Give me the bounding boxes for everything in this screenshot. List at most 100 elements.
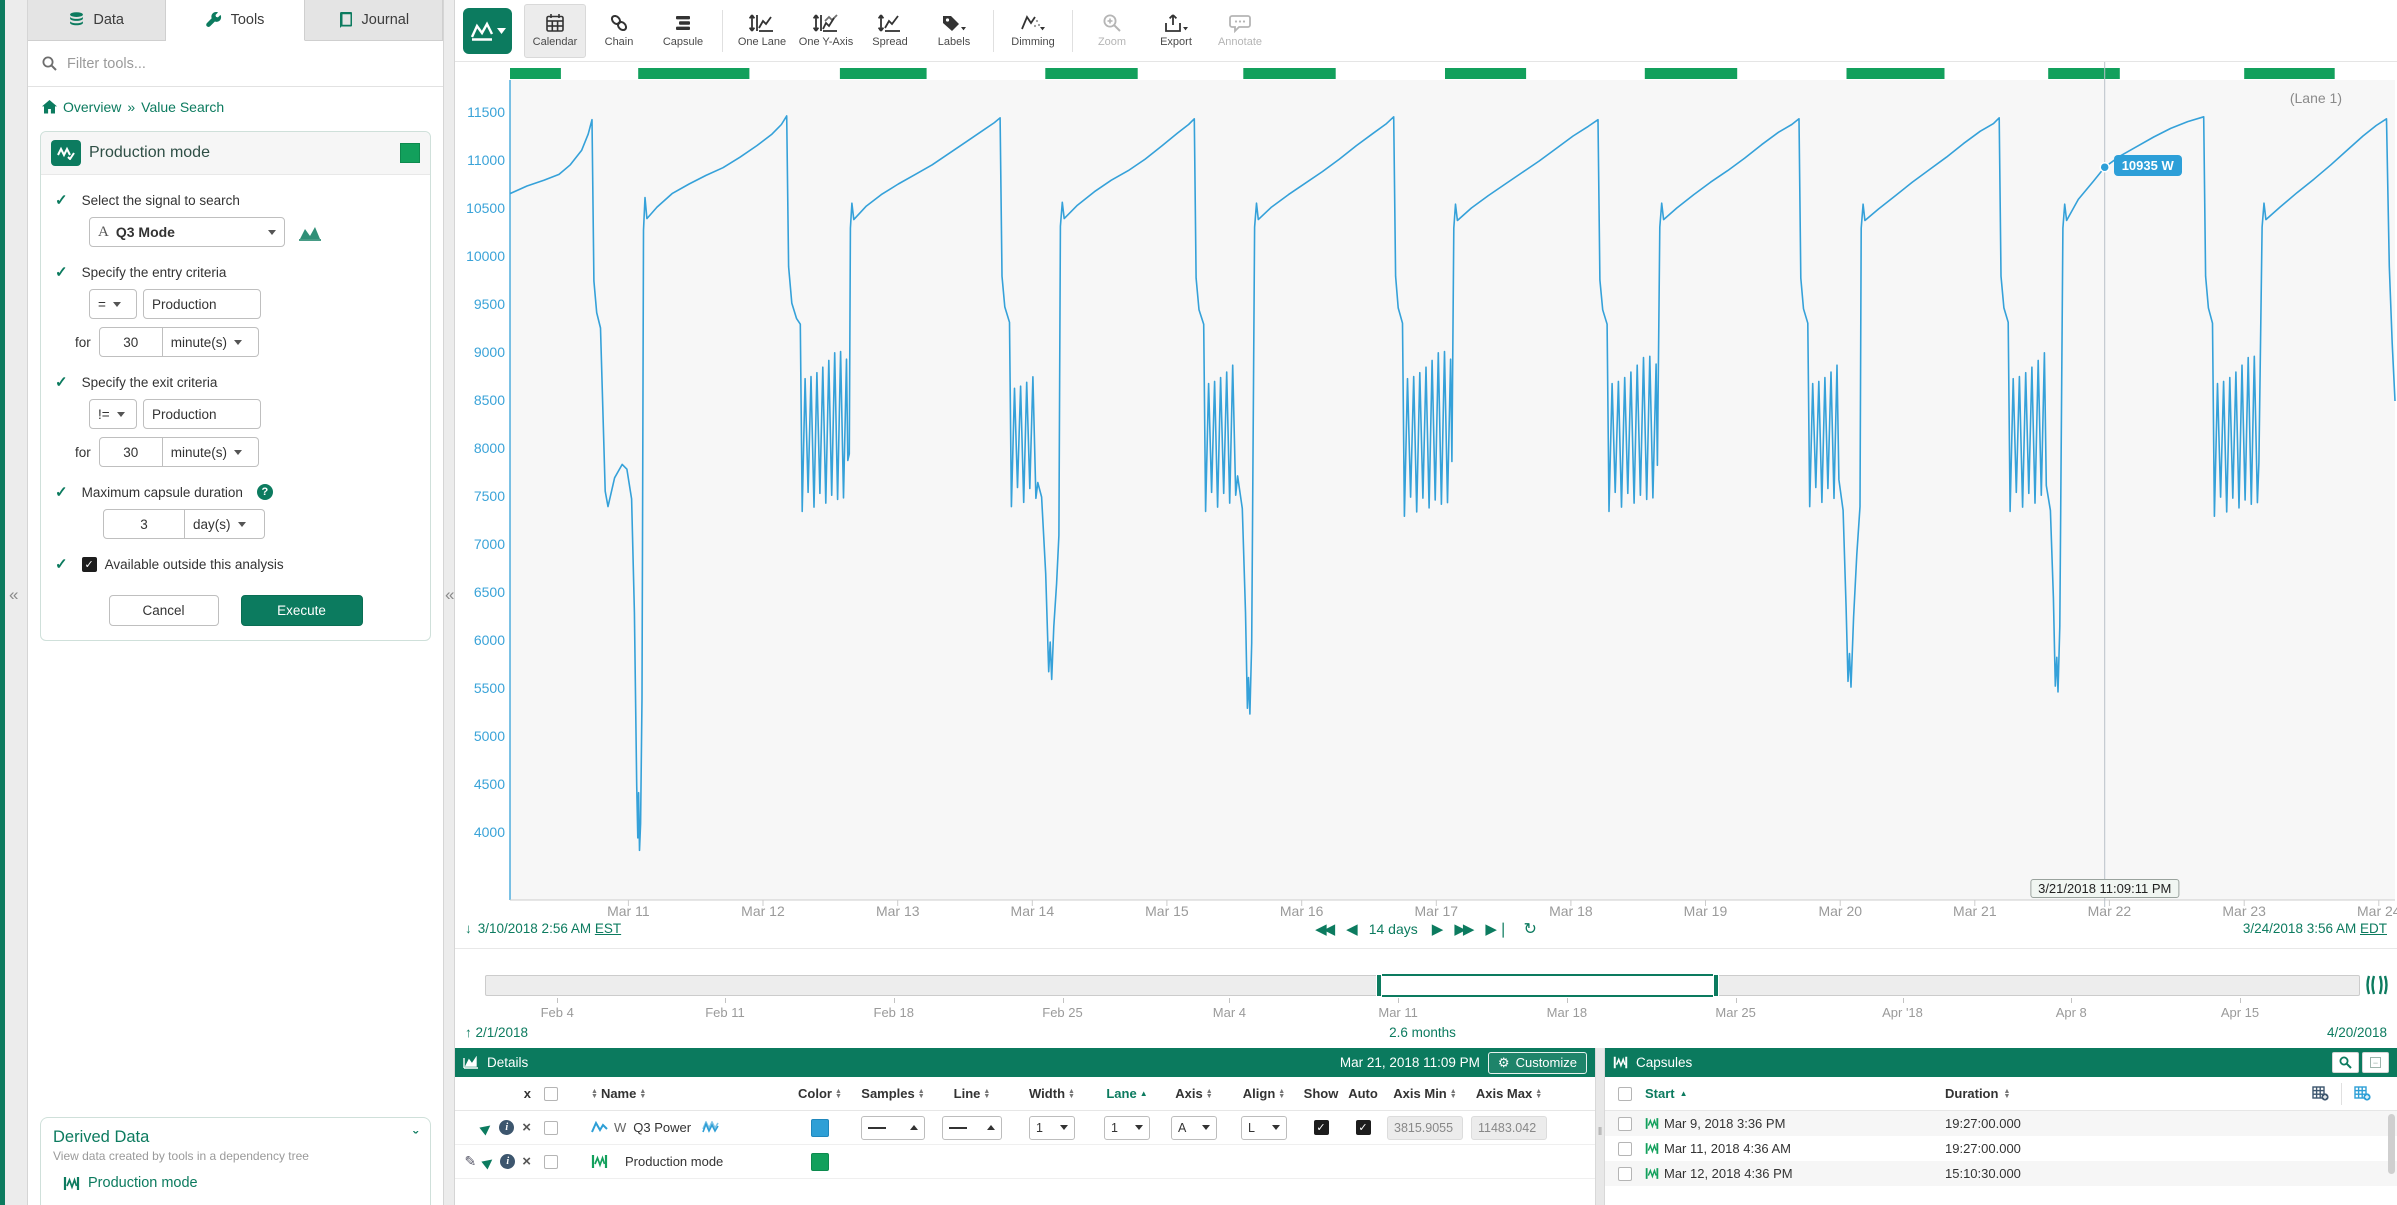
- sort-icon[interactable]: ▲▼: [591, 1089, 598, 1099]
- selection-left-handle[interactable]: [1376, 974, 1382, 997]
- collapse-panel-button[interactable]: −: [2362, 1052, 2389, 1073]
- color-swatch[interactable]: [811, 1153, 829, 1171]
- add-column-icon[interactable]: [2312, 1086, 2329, 1101]
- toolbar-one-y-axis[interactable]: One Y-Axis: [795, 4, 857, 58]
- capsule-bar[interactable]: [2048, 68, 2120, 79]
- timeline-bar[interactable]: [485, 975, 2360, 996]
- entry-duration-input[interactable]: 30: [99, 327, 163, 357]
- execute-button[interactable]: Execute: [241, 595, 363, 626]
- collapse-left-icon[interactable]: «: [9, 585, 18, 605]
- details-row-q3-power[interactable]: ▶ i × W Q3 Power 1 1: [455, 1111, 1595, 1145]
- select-all-capsules-checkbox[interactable]: [1618, 1087, 1632, 1101]
- max-duration-input[interactable]: 3: [103, 509, 185, 539]
- timeline-start-date[interactable]: ↑ 2/1/2018: [465, 1025, 528, 1040]
- send-to-icon[interactable]: ▶: [477, 1118, 495, 1137]
- col-start[interactable]: Start: [1645, 1086, 1675, 1101]
- help-icon[interactable]: ?: [257, 484, 273, 500]
- capsule-bar[interactable]: [2244, 68, 2335, 79]
- send-to-icon[interactable]: ▶: [479, 1152, 497, 1171]
- sort-icon[interactable]: ▲▼: [1068, 1089, 1075, 1099]
- capsule-bar[interactable]: [1243, 68, 1335, 79]
- edit-icon[interactable]: ✎: [465, 1153, 477, 1170]
- range-duration-link[interactable]: 14 days: [1369, 921, 1418, 937]
- toolbar-dimming[interactable]: Dimming: [1002, 4, 1064, 58]
- trend-preview-icon[interactable]: [299, 224, 321, 241]
- col-lane[interactable]: Lane: [1106, 1086, 1136, 1101]
- col-x[interactable]: x: [524, 1086, 531, 1101]
- trend-chart[interactable]: 1150011000105001000095009000850080007500…: [455, 62, 2397, 915]
- sort-icon[interactable]: ▲▼: [1450, 1089, 1457, 1099]
- step-back-half-button[interactable]: ◀: [1346, 920, 1355, 938]
- line-width-select[interactable]: 1: [1029, 1116, 1075, 1140]
- remove-icon[interactable]: ×: [522, 1120, 531, 1135]
- capsule-row[interactable]: Mar 11, 2018 4:36 AM19:27:00.000: [1605, 1136, 2397, 1161]
- capsule-checkbox[interactable]: [1618, 1142, 1632, 1156]
- col-color[interactable]: Color: [798, 1086, 832, 1101]
- line-style-select[interactable]: [942, 1116, 1002, 1140]
- left-collapse-gutter[interactable]: «: [5, 0, 28, 1205]
- col-show[interactable]: Show: [1304, 1086, 1339, 1101]
- exit-unit-select[interactable]: minute(s): [163, 437, 259, 467]
- capsule-bar[interactable]: [510, 68, 561, 79]
- sort-icon[interactable]: ▲▼: [983, 1089, 990, 1099]
- align-select[interactable]: L: [1241, 1116, 1287, 1140]
- sort-asc-icon[interactable]: ▲: [1680, 1089, 1688, 1098]
- col-samples[interactable]: Samples: [861, 1086, 914, 1101]
- step-back-full-button[interactable]: ◀◀: [1315, 920, 1332, 938]
- panel-resize-grip[interactable]: ‖: [1595, 1048, 1605, 1205]
- info-icon[interactable]: i: [500, 1154, 515, 1169]
- refresh-icon[interactable]: ↻: [1524, 919, 1537, 939]
- toolbar-spread[interactable]: Spread: [859, 4, 921, 58]
- home-icon[interactable]: [42, 100, 57, 114]
- color-swatch[interactable]: [811, 1119, 829, 1137]
- col-axis[interactable]: Axis: [1175, 1086, 1202, 1101]
- select-all-checkbox[interactable]: [544, 1087, 558, 1101]
- timeline-duration[interactable]: 2.6 months: [1389, 1025, 1456, 1040]
- signal-name[interactable]: Q3 Power: [633, 1120, 691, 1135]
- capsule-row[interactable]: Mar 12, 2018 4:36 PM15:10:30.000: [1605, 1161, 2397, 1186]
- cancel-button[interactable]: Cancel: [109, 595, 219, 626]
- info-icon[interactable]: i: [499, 1120, 514, 1135]
- capsule-checkbox[interactable]: [1618, 1117, 1632, 1131]
- samples-preview-icon[interactable]: [702, 1121, 719, 1134]
- capsules-scrollbar[interactable]: [2388, 1114, 2395, 1174]
- toolbar-one-lane[interactable]: One Lane: [731, 4, 793, 58]
- tab-tools[interactable]: Tools: [166, 0, 304, 41]
- timeline-selection[interactable]: [1379, 974, 1717, 997]
- col-align[interactable]: Align: [1243, 1086, 1276, 1101]
- exit-value-input[interactable]: Production: [143, 399, 261, 429]
- axis-min-value[interactable]: 3815.9055: [1387, 1116, 1463, 1140]
- step-forward-half-button[interactable]: ▶: [1432, 920, 1441, 938]
- show-checkbox[interactable]: ✓: [1314, 1120, 1329, 1135]
- sort-icon[interactable]: ▲▼: [1206, 1089, 1213, 1099]
- entry-unit-select[interactable]: minute(s): [163, 327, 259, 357]
- lane-select[interactable]: 1: [1104, 1116, 1150, 1140]
- collapse-sidebar-icon[interactable]: «: [445, 585, 454, 605]
- derived-item-link[interactable]: Production mode: [88, 1175, 198, 1191]
- chevron-down-icon[interactable]: ˇ: [413, 1129, 418, 1146]
- timeline-end-date[interactable]: 4/20/2018: [2327, 1025, 2387, 1040]
- toolbar-capsule[interactable]: Capsule: [652, 4, 714, 58]
- sort-icon[interactable]: ▲▼: [1278, 1089, 1285, 1099]
- entry-operator-select[interactable]: =: [89, 289, 137, 319]
- step-to-end-button[interactable]: ▶❘: [1485, 920, 1509, 938]
- auto-checkbox[interactable]: ✓: [1356, 1120, 1371, 1135]
- filter-tools-input[interactable]: [67, 56, 367, 72]
- add-stat-column-icon[interactable]: [2354, 1086, 2371, 1101]
- toolbar-export[interactable]: Export: [1145, 4, 1207, 58]
- condition-name[interactable]: Production mode: [625, 1154, 723, 1169]
- capsule-bar[interactable]: [1045, 68, 1137, 79]
- sidebar-collapse-gutter[interactable]: «: [443, 0, 455, 1205]
- toolbar-labels[interactable]: Labels: [923, 4, 985, 58]
- capsule-bar[interactable]: [840, 68, 927, 79]
- signal-select[interactable]: A Q3 Mode: [89, 217, 285, 247]
- capsule-bar[interactable]: [1445, 68, 1526, 79]
- row-checkbox[interactable]: [544, 1155, 558, 1169]
- capsule-search-button[interactable]: [2332, 1052, 2359, 1073]
- toolbar-chain[interactable]: Chain: [588, 4, 650, 58]
- axis-select[interactable]: A: [1171, 1116, 1217, 1140]
- available-outside-checkbox[interactable]: ✓: [82, 557, 97, 572]
- sort-icon[interactable]: ▲▼: [639, 1089, 646, 1099]
- col-width[interactable]: Width: [1029, 1086, 1065, 1101]
- breadcrumb-overview[interactable]: Overview: [63, 99, 121, 115]
